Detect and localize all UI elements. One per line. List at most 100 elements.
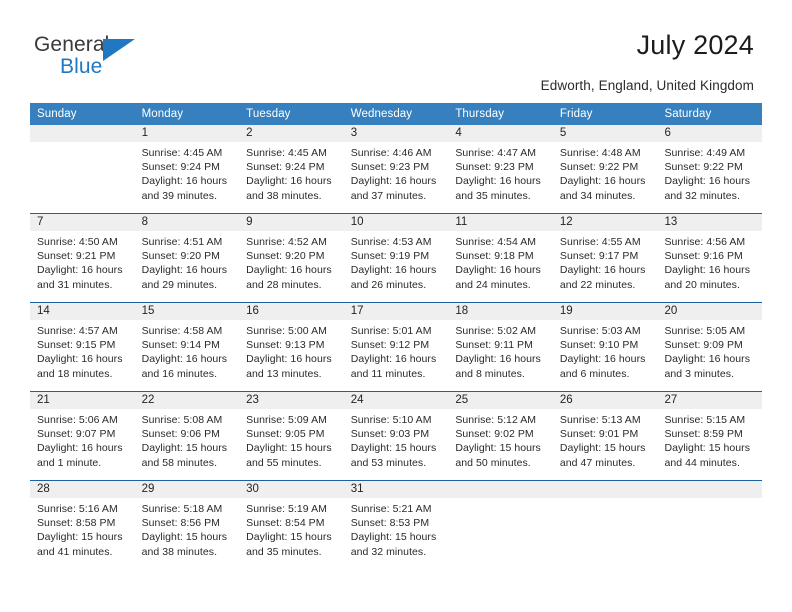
- day-cell-empty: [553, 498, 658, 569]
- day-number[interactable]: 5: [553, 125, 658, 142]
- day-detail-line: Daylight: 16 hours: [559, 353, 646, 366]
- day-cell[interactable]: Sunrise: 4:48 AM Sunset: 9:22 PM Daylight:…: [553, 142, 658, 213]
- day-detail-line: Sunset: 8:59 PM: [664, 428, 743, 441]
- day-detail-line: Daylight: 15 hours: [559, 442, 646, 455]
- day-number[interactable]: 10: [344, 214, 449, 231]
- weekday-header-row: Sunday Monday Tuesday Wednesday Thursday Frid…: [30, 103, 762, 125]
- day-cell[interactable]: Sunrise: 5:00 AM Sunset: 9:13 PM Daylight:…: [239, 320, 344, 391]
- day-number[interactable]: 9: [239, 214, 344, 231]
- day-number[interactable]: 14: [30, 303, 135, 320]
- day-number[interactable]: 4: [448, 125, 553, 142]
- day-cell[interactable]: Sunrise: 4:52 AM Sunset: 9:20 PM Daylight:…: [239, 231, 344, 302]
- day-detail-line: Sunrise: 5:21 AM: [350, 503, 432, 515]
- day-cell[interactable]: Sunrise: 4:55 AM Sunset: 9:17 PM Daylight:…: [553, 231, 658, 302]
- day-detail-line: Daylight: 16 hours: [664, 175, 750, 188]
- day-number[interactable]: 3: [344, 125, 449, 142]
- day-number[interactable]: 27: [657, 392, 762, 409]
- day-number[interactable]: 15: [135, 303, 240, 320]
- day-number[interactable]: 1: [135, 125, 240, 142]
- day-number[interactable]: 8: [135, 214, 240, 231]
- day-cell[interactable]: Sunrise: 5:05 AM Sunset: 9:09 PM Daylight:…: [657, 320, 762, 391]
- day-detail-line: and 47 minutes.: [559, 456, 636, 469]
- day-detail-line: Daylight: 16 hours: [350, 175, 437, 188]
- day-cell[interactable]: Sunrise: 5:21 AM Sunset: 8:53 PM Daylight:…: [344, 498, 449, 569]
- day-number[interactable]: 18: [448, 303, 553, 320]
- day-detail-line: Daylight: 16 hours: [455, 353, 541, 366]
- day-detail-line: Sunset: 8:56 PM: [141, 517, 220, 530]
- day-number[interactable]: 7: [30, 214, 135, 231]
- calendar-week-row: 14 15 16 17 18 19 20 Sunrise: 4:57 AM Sunset: 9:…: [30, 302, 762, 391]
- day-cell[interactable]: Sunrise: 4:46 AM Sunset: 9:23 PM Daylight:…: [344, 142, 449, 213]
- day-detail-line: and 53 minutes.: [350, 456, 427, 469]
- day-cell[interactable]: Sunrise: 4:54 AM Sunset: 9:18 PM Daylight:…: [448, 231, 553, 302]
- day-cell[interactable]: Sunrise: 5:18 AM Sunset: 8:56 PM Daylight:…: [135, 498, 240, 569]
- day-number[interactable]: 31: [344, 481, 449, 498]
- day-number[interactable]: 17: [344, 303, 449, 320]
- day-cell[interactable]: Sunrise: 4:58 AM Sunset: 9:14 PM Daylight:…: [135, 320, 240, 391]
- day-cell[interactable]: Sunrise: 4:53 AM Sunset: 9:19 PM Daylight:…: [344, 231, 449, 302]
- day-details-band: Sunrise: 4:50 AM Sunset: 9:21 PM Daylight:…: [30, 231, 762, 302]
- day-detail-line: and 31 minutes.: [37, 278, 113, 291]
- day-detail-line: Sunrise: 5:05 AM: [664, 325, 746, 337]
- day-cell[interactable]: Sunrise: 4:51 AM Sunset: 9:20 PM Daylight:…: [135, 231, 240, 302]
- day-cell[interactable]: Sunrise: 5:06 AM Sunset: 9:07 PM Daylight:…: [30, 409, 135, 480]
- day-cell[interactable]: Sunrise: 5:12 AM Sunset: 9:02 PM Daylight:…: [448, 409, 553, 480]
- day-detail-line: and 1 minute.: [37, 456, 102, 469]
- day-detail-line: and 13 minutes.: [246, 367, 322, 380]
- day-detail-line: Sunset: 9:20 PM: [246, 250, 325, 263]
- day-detail-line: Sunrise: 4:48 AM: [559, 147, 641, 159]
- day-number[interactable]: 16: [239, 303, 344, 320]
- day-cell[interactable]: Sunrise: 4:49 AM Sunset: 9:22 PM Daylight:…: [657, 142, 762, 213]
- day-cell[interactable]: Sunrise: 5:08 AM Sunset: 9:06 PM Daylight:…: [135, 409, 240, 480]
- day-cell[interactable]: Sunrise: 4:45 AM Sunset: 9:24 PM Daylight:…: [239, 142, 344, 213]
- day-detail-line: and 41 minutes.: [37, 545, 113, 558]
- day-detail-line: Sunset: 8:54 PM: [246, 517, 325, 530]
- day-number[interactable]: 11: [448, 214, 553, 231]
- day-cell[interactable]: Sunrise: 5:02 AM Sunset: 9:11 PM Daylight:…: [448, 320, 553, 391]
- day-number[interactable]: 13: [657, 214, 762, 231]
- day-detail-line: Sunset: 9:01 PM: [559, 428, 639, 441]
- calendar-week-row: 21 22 23 24 25 26 27 Sunrise: 5:06 AM Sunset: 9:…: [30, 391, 762, 480]
- day-cell[interactable]: Sunrise: 5:10 AM Sunset: 9:03 PM Daylight:…: [344, 409, 449, 480]
- day-number[interactable]: 20: [657, 303, 762, 320]
- day-detail-line: and 55 minutes.: [246, 456, 322, 469]
- day-detail-line: Daylight: 15 hours: [350, 442, 437, 455]
- day-number[interactable]: 23: [239, 392, 344, 409]
- day-number[interactable]: 28: [30, 481, 135, 498]
- day-cell[interactable]: Sunrise: 5:01 AM Sunset: 9:12 PM Daylight:…: [344, 320, 449, 391]
- day-number[interactable]: 12: [553, 214, 658, 231]
- day-cell[interactable]: Sunrise: 5:13 AM Sunset: 9:01 PM Daylight:…: [553, 409, 658, 480]
- day-number[interactable]: 2: [239, 125, 344, 142]
- day-cell[interactable]: Sunrise: 5:19 AM Sunset: 8:54 PM Daylight:…: [239, 498, 344, 569]
- day-cell[interactable]: Sunrise: 4:50 AM Sunset: 9:21 PM Daylight:…: [30, 231, 135, 302]
- day-cell-empty: [30, 142, 135, 213]
- day-cell[interactable]: Sunrise: 4:57 AM Sunset: 9:15 PM Daylight:…: [30, 320, 135, 391]
- day-details-band: Sunrise: 5:16 AM Sunset: 8:58 PM Daylight:…: [30, 498, 762, 569]
- day-number[interactable]: 22: [135, 392, 240, 409]
- day-cell[interactable]: Sunrise: 5:09 AM Sunset: 9:05 PM Daylight:…: [239, 409, 344, 480]
- day-number[interactable]: 21: [30, 392, 135, 409]
- day-detail-line: and 6 minutes.: [559, 367, 630, 380]
- day-detail-line: Sunrise: 5:08 AM: [141, 414, 223, 426]
- day-number[interactable]: 24: [344, 392, 449, 409]
- day-cell[interactable]: Sunrise: 5:03 AM Sunset: 9:10 PM Daylight:…: [553, 320, 658, 391]
- day-detail-line: Sunrise: 5:13 AM: [559, 414, 641, 426]
- day-number[interactable]: 25: [448, 392, 553, 409]
- page-subtitle: Edworth, England, United Kingdom: [540, 78, 754, 93]
- day-cell[interactable]: Sunrise: 4:45 AM Sunset: 9:24 PM Daylight:…: [135, 142, 240, 213]
- day-cell[interactable]: Sunrise: 4:56 AM Sunset: 9:16 PM Daylight:…: [657, 231, 762, 302]
- day-cell[interactable]: Sunrise: 5:15 AM Sunset: 8:59 PM Daylight:…: [657, 409, 762, 480]
- day-detail-line: Sunset: 9:02 PM: [455, 428, 534, 441]
- day-number[interactable]: 19: [553, 303, 658, 320]
- day-number[interactable]: 29: [135, 481, 240, 498]
- day-detail-line: Sunrise: 5:06 AM: [37, 414, 118, 426]
- day-number[interactable]: 30: [239, 481, 344, 498]
- day-number[interactable]: 26: [553, 392, 658, 409]
- day-cell[interactable]: Sunrise: 5:16 AM Sunset: 8:58 PM Daylight:…: [30, 498, 135, 569]
- day-cell[interactable]: Sunrise: 4:47 AM Sunset: 9:23 PM Daylight:…: [448, 142, 553, 213]
- day-number[interactable]: 6: [657, 125, 762, 142]
- day-detail-line: Daylight: 16 hours: [350, 264, 437, 277]
- day-detail-line: Sunset: 9:15 PM: [37, 339, 116, 352]
- day-detail-line: Sunrise: 4:56 AM: [664, 236, 746, 248]
- day-detail-line: and 32 minutes.: [664, 189, 740, 202]
